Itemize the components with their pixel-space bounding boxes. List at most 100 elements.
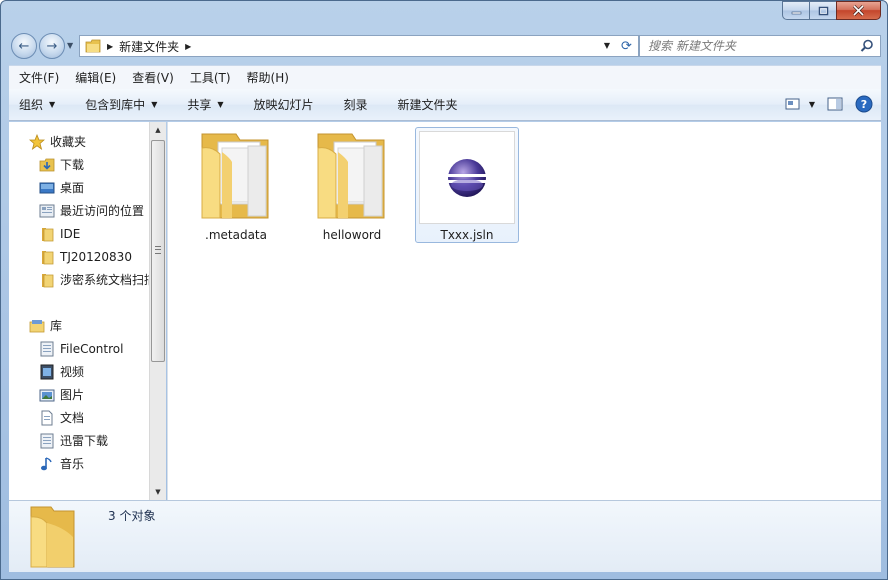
folder-icon [201,133,269,219]
nav-item-xunlei-downloads[interactable]: 迅雷下载 [39,430,108,451]
nav-item-music[interactable]: 音乐 [39,453,84,474]
scroll-up-arrow-icon[interactable]: ▲ [150,122,166,138]
file-item-metadata[interactable]: .metadata [184,128,288,244]
library-icon [39,433,55,449]
nav-item-documents[interactable]: 文档 [39,407,84,428]
search-input[interactable] [648,39,858,53]
help-icon[interactable]: ? [855,95,873,113]
nav-favorites[interactable]: 收藏夹 [29,131,86,152]
address-history-dropdown[interactable]: ▼ [604,41,610,50]
nav-item-label: 桌面 [60,181,85,195]
recent-pages-dropdown[interactable]: ▼ [67,41,73,50]
nav-item-download[interactable]: 下载 [39,154,84,175]
library-icon [39,341,55,357]
close-icon [852,5,865,16]
video-library-icon [39,364,55,380]
file-list-view: .metadata helloword Txxx.jsln [167,122,881,500]
nav-item-label: 图片 [60,388,85,402]
new-folder-button[interactable]: 新建文件夹 [398,96,458,113]
nav-item-desktop[interactable]: 桌面 [39,177,84,198]
nav-item-filecontrol[interactable]: FileControl [39,338,123,359]
folder-icon [317,133,385,219]
minimize-button[interactable] [782,1,809,20]
slideshow-button[interactable]: 放映幻灯片 [254,96,314,113]
change-view-icon[interactable] [785,97,801,111]
nav-item-label: FileControl [60,341,124,356]
organize-label: 组织 [19,98,44,112]
file-item-helloword[interactable]: helloword [300,128,404,244]
navigation-pane-scrollbar[interactable]: ▲ ▼ [149,122,166,500]
file-item-txxx-jsln[interactable]: Txxx.jsln [415,127,519,243]
minimize-icon [791,11,801,14]
address-bar[interactable]: ▶ 新建文件夹 ▶ ▼ [79,35,617,57]
menu-view[interactable]: 查看(V) [124,69,182,86]
menu-edit[interactable]: 编辑(E) [67,69,124,86]
breadcrumb-current[interactable]: 新建文件夹 [119,38,179,55]
back-forward-group: ← → [11,33,65,59]
file-name: Txxx.jsln [440,228,494,242]
include-in-library-label: 包含到库中 [85,98,146,112]
nav-item-scanned-docs[interactable]: 涉密系统文档扫描 [39,269,156,290]
scroll-down-arrow-icon[interactable]: ▼ [150,484,166,500]
menu-tools[interactable]: 工具(T) [182,69,239,86]
nav-item-label: 文档 [60,411,85,425]
organize-button[interactable]: 组织 ▼ [19,96,55,113]
folder-icon [30,506,75,568]
menu-bar: 文件(F) 编辑(E) 查看(V) 工具(T) 帮助(H) [9,65,881,89]
dropdown-arrow-icon: ▼ [151,100,158,109]
folder-icon [39,272,55,288]
back-button[interactable]: ← [11,33,37,59]
search-icon[interactable] [860,39,874,53]
new-folder-label: 新建文件夹 [397,98,458,112]
nav-libraries[interactable]: 库 [29,315,62,336]
maximize-icon [818,6,828,15]
close-button[interactable] [836,1,881,20]
folder-icon [39,226,55,242]
nav-item-tj20120830[interactable]: TJ20120830 [39,246,132,267]
scrollbar-thumb[interactable] [151,140,165,362]
svg-text:?: ? [861,98,867,111]
file-name: .metadata [205,228,267,242]
star-icon [29,133,45,150]
nav-item-label: IDE [60,226,81,241]
item-count: 3 个对象 [108,509,156,523]
download-folder-icon [39,157,55,173]
nav-item-label: 涉密系统文档扫描 [60,273,157,287]
share-button[interactable]: 共享 ▼ [187,96,223,113]
recent-places-icon [39,203,55,219]
menu-help[interactable]: 帮助(H) [239,69,297,86]
grip-icon [155,246,161,254]
nav-item-ide[interactable]: IDE [39,223,80,244]
breadcrumb-chevron-icon[interactable]: ▶ [107,42,113,51]
nav-libraries-label: 库 [50,319,63,333]
nav-favorites-label: 收藏夹 [50,135,87,149]
navigation-pane: 收藏夹 下载 桌面 最近访问的位置 IDE TJ20120830 涉密系统文档扫… [9,122,157,500]
preview-pane-icon[interactable] [827,97,843,111]
refresh-icon: ⟳ [621,38,632,54]
folder-icon [39,249,55,265]
back-arrow-icon: ← [18,38,30,54]
nav-item-label: 下载 [60,158,85,172]
search-box[interactable] [639,35,881,57]
file-thumbnail [419,131,515,224]
menu-file[interactable]: 文件(F) [11,69,67,86]
nav-item-videos[interactable]: 视频 [39,361,84,382]
nav-item-label: 最近访问的位置 [60,204,145,218]
burn-label: 刻录 [343,98,368,112]
navigation-bar: ← → ▼ ▶ 新建文件夹 ▶ ▼ ⟳ [9,32,881,60]
picture-library-icon [39,387,55,403]
breadcrumb-chevron-icon[interactable]: ▶ [185,42,191,51]
details-pane: 3 个对象 [9,500,881,572]
nav-item-label: 迅雷下载 [60,434,109,448]
command-bar: 组织 ▼ 包含到库中 ▼ 共享 ▼ 放映幻灯片 刻录 新建文件夹 ▼ ? [9,89,881,121]
dropdown-arrow-icon: ▼ [217,100,224,109]
maximize-button[interactable] [809,1,836,20]
view-options-dropdown[interactable]: ▼ [809,100,815,109]
burn-button[interactable]: 刻录 [344,96,368,113]
include-in-library-button[interactable]: 包含到库中 ▼ [85,96,157,113]
nav-item-pictures[interactable]: 图片 [39,384,84,405]
nav-item-recent-places[interactable]: 最近访问的位置 [39,200,144,221]
forward-button[interactable]: → [39,33,65,59]
view-controls: ▼ ? [773,95,873,113]
refresh-button[interactable]: ⟳ [615,35,639,57]
